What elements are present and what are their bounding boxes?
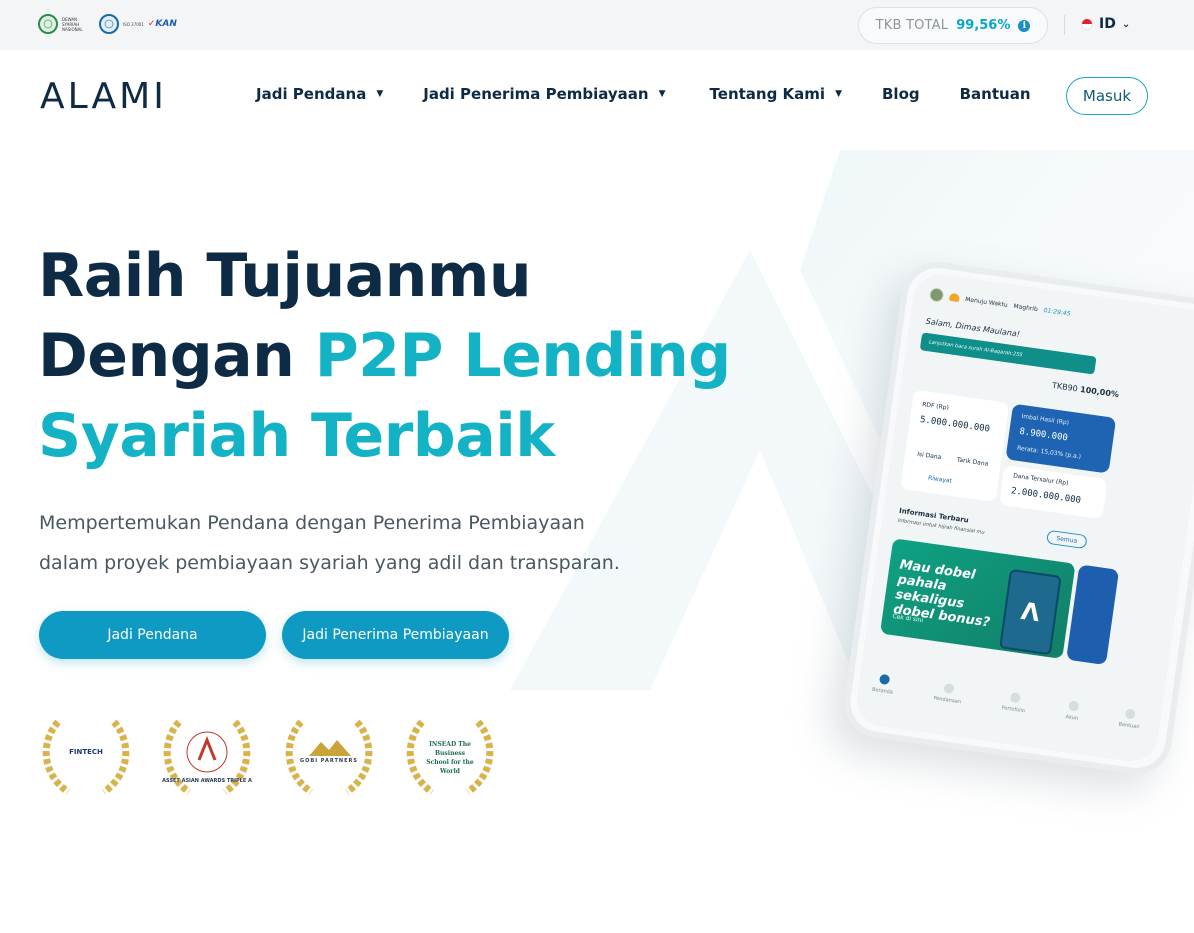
hero-subtext: Mempertemukan Pendana dengan Penerima Pe… (39, 503, 659, 583)
tarik-dana-label: Tarik Dana (956, 456, 989, 468)
main-nav: Jadi Pendana ▼ Jadi Penerima Pembiayaan … (256, 85, 1031, 103)
imbal-label: Imbal Hasil (Rp) (1021, 412, 1070, 427)
phone-tab-bar: Beranda Pendanaan Portofolio Akun Bantua… (872, 673, 1142, 730)
nav-jadi-pendana[interactable]: Jadi Pendana ▼ (256, 85, 383, 103)
nav-label: Jadi Penerima Pembiayaan (423, 85, 649, 103)
topbar-divider (1064, 15, 1065, 35)
funding-icon (943, 682, 955, 695)
nav-bantuan[interactable]: Bantuan (960, 85, 1031, 103)
top-bar: DEWAN SYARIAH NASIONAL ISO 27001 ✓KAN TK… (0, 0, 1194, 50)
isi-dana-label: Isi Dana (916, 450, 942, 462)
tab-akun: Akun (1065, 700, 1080, 722)
award-insead: INSEAD The Business School for the World (402, 712, 498, 798)
iso-kan-certification: ISO 27001 ✓KAN (99, 14, 177, 34)
account-icon (1067, 700, 1080, 712)
award-fintech: FINTECH (38, 712, 134, 798)
prayer-time-row: Menuju Waktu Maghrib 01:29:45 (928, 287, 1072, 321)
tkb-value: 99,56% (956, 18, 1011, 33)
nav-blog[interactable]: Blog (882, 85, 920, 103)
indonesia-flag-icon (1081, 18, 1093, 30)
imbal-rate: Rerata: 15,03% (p.a.) (1016, 444, 1082, 461)
language-selector[interactable]: ID ⌄ (1081, 16, 1130, 32)
jadi-pendana-button[interactable]: Jadi Pendana (39, 611, 266, 659)
dsn-mui-certification: DEWAN SYARIAH NASIONAL (38, 14, 86, 34)
promo-card: Mau dobel pahala sekaligus dobel bonus? … (879, 538, 1076, 659)
award-label: ASSET ASIAN AWARDS TRIPLE A (162, 778, 252, 784)
chevron-down-icon: ⌄ (1121, 18, 1131, 30)
app-phone-mockup: Menuju Waktu Maghrib 01:29:45 Salam, Dim… (839, 257, 1194, 779)
award-label: FINTECH (69, 748, 103, 756)
iso-seal-icon (99, 14, 119, 34)
tab-beranda: Beranda (872, 673, 896, 696)
iso-label: ISO 27001 (123, 21, 144, 27)
jadi-penerima-pembiayaan-button[interactable]: Jadi Penerima Pembiayaan (282, 611, 509, 659)
hero-headline: Raih Tujuanmu Dengan P2P Lending Syariah… (38, 236, 731, 476)
dana-label: Dana Tersalur (Rp) (1012, 472, 1069, 488)
rdf-label: RDF (Rp) (921, 401, 950, 412)
portfolio-icon (1009, 692, 1021, 704)
dsn-label: DEWAN SYARIAH NASIONAL (62, 16, 83, 32)
info-icon[interactable]: i (1018, 19, 1031, 32)
subtext-line-1: Mempertemukan Pendana dengan Penerima Pe… (39, 512, 585, 534)
alami-logo[interactable]: ALAMI (40, 75, 167, 117)
prayer-time: 01:29:45 (1043, 306, 1071, 318)
dana-value: 2.000.000.000 (1010, 486, 1082, 506)
chevron-down-icon: ▼ (835, 89, 842, 99)
tkb-label: TKB TOTAL (875, 18, 949, 33)
tkb90: TKB90 100,00% (1051, 380, 1120, 400)
dana-tersalur-card: Dana Tersalur (Rp) 2.000.000.000 (999, 465, 1108, 520)
nav-label: Tentang Kami (709, 85, 826, 103)
quran-banner: Lanjutkan baca surah Al-Baqarah:255 (919, 332, 1097, 375)
award-label: GOBI PARTNERS (300, 758, 358, 764)
nav-tentang-kami[interactable]: Tentang Kami ▼ (710, 85, 842, 103)
prayer-label: Menuju Waktu (964, 295, 1009, 309)
kan-logo: ✓KAN (147, 19, 177, 29)
help-icon (1124, 708, 1137, 720)
promo-card-2 (1066, 564, 1120, 666)
award-gobi-partners: GOBI PARTNERS (281, 712, 377, 798)
imbal-value: 8.900.000 (1018, 426, 1069, 444)
login-button[interactable]: Masuk (1066, 77, 1148, 115)
rdf-value: 5.000.000.000 (919, 414, 991, 435)
home-icon (878, 673, 890, 686)
tab-pendanaan: Pendanaan (933, 682, 963, 705)
language-label: ID (1099, 16, 1116, 32)
award-asset-asian: ASSET ASIAN AWARDS TRIPLE A (159, 712, 255, 798)
nav-jadi-penerima-pembiayaan[interactable]: Jadi Penerima Pembiayaan ▼ (423, 85, 665, 103)
mui-seal-icon (38, 14, 58, 34)
chevron-down-icon: ▼ (376, 89, 384, 99)
nav-label: Blog (882, 85, 920, 103)
imbal-hasil-card: Imbal Hasil (Rp) 8.900.000 Rerata: 15,03… (1005, 403, 1117, 474)
riwayat-link: Riwayat (927, 474, 953, 485)
laurel-wreath-icon (285, 719, 373, 795)
nav-label: Bantuan (959, 85, 1031, 103)
subtext-line-2: dalam proyek pembiayaan syariah yang adi… (39, 552, 620, 574)
nav-label: Jadi Pendana (256, 85, 367, 103)
tkb-total-badge[interactable]: TKB TOTAL 99,56% i (858, 7, 1048, 44)
sun-icon (948, 292, 960, 303)
landing-page: DEWAN SYARIAH NASIONAL ISO 27001 ✓KAN TK… (0, 0, 1194, 933)
headline-line-2: Dengan P2P Lending (38, 321, 731, 391)
alami-app-icon: Λ (999, 568, 1062, 656)
avatar (928, 287, 945, 303)
chevron-down-icon: ▼ (658, 89, 666, 99)
logo-text: ALAMI (40, 75, 167, 117)
headline-line-1: Raih Tujuanmu (38, 241, 532, 311)
tab-portofolio: Portofolio (1001, 691, 1027, 714)
award-label: INSEAD The Business School for the World (426, 741, 474, 775)
tab-bantuan: Bantuan (1118, 708, 1142, 730)
rdf-card: RDF (Rp) 5.000.000.000 Isi Dana Tarik Da… (900, 389, 1010, 503)
semua-button: Semua (1046, 529, 1088, 550)
prayer-name: Maghrib (1013, 302, 1039, 313)
laurel-wreath-icon (163, 719, 251, 795)
headline-line-3: Syariah Terbaik (38, 401, 555, 471)
